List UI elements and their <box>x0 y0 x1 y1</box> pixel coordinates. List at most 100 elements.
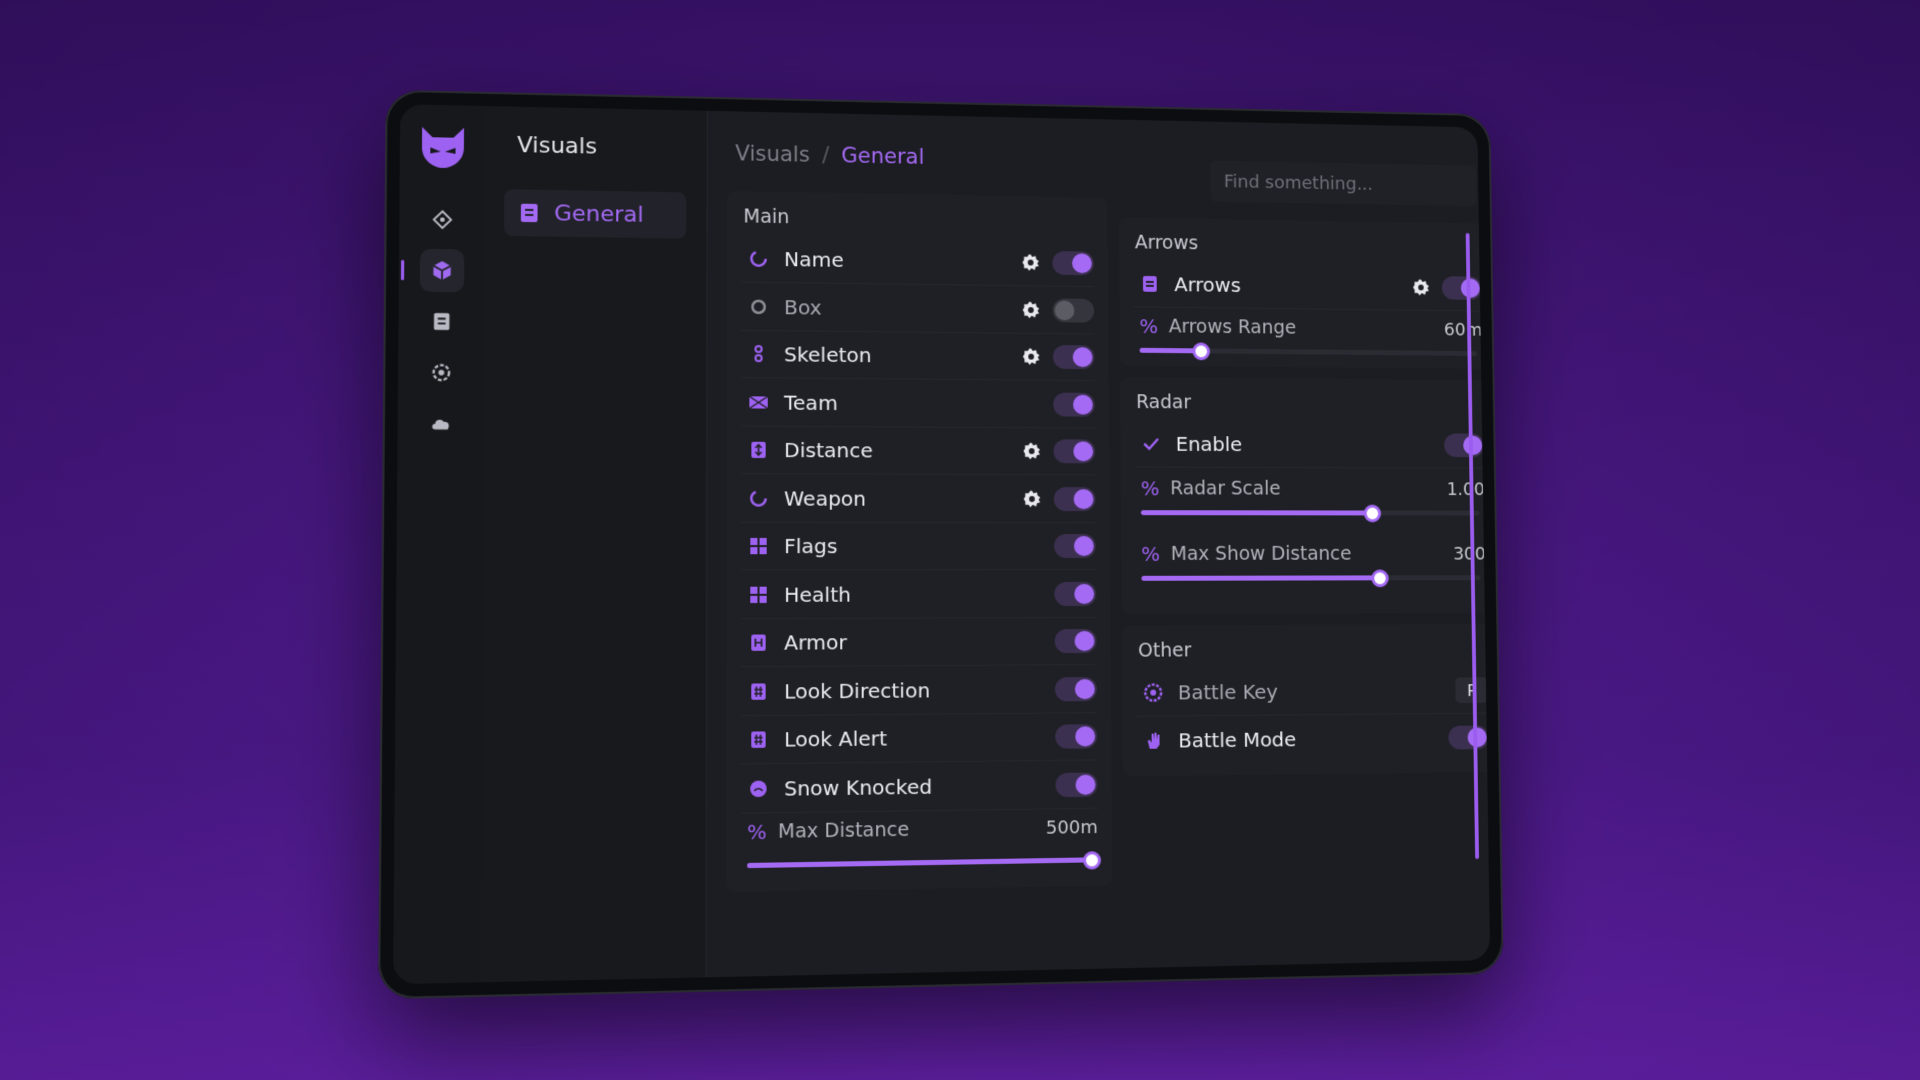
list-icon <box>1139 273 1161 295</box>
slider-label: Arrows Range <box>1168 315 1297 339</box>
health-icon <box>747 583 770 605</box>
row-label: Weapon <box>784 485 867 511</box>
row-label: Armor <box>784 630 847 655</box>
gear-icon[interactable] <box>1022 489 1042 509</box>
toggle-row[interactable]: Look Alert <box>740 713 1098 765</box>
spinner-icon <box>747 248 769 270</box>
slider-fill <box>747 857 1093 869</box>
gear-icon[interactable] <box>1022 441 1042 461</box>
grid-icon <box>747 680 770 703</box>
radar-enable-row[interactable]: Enable <box>1134 420 1485 469</box>
icon-rail <box>393 104 488 985</box>
arrows-toggle[interactable] <box>1441 276 1482 300</box>
main-panel: Main Name Box Skeleton Team Distance Weapon Fl… <box>726 191 1113 893</box>
breadcrumb-separator: / <box>822 143 830 168</box>
toggle-row[interactable]: Health <box>741 570 1097 619</box>
gear-icon[interactable] <box>1021 300 1041 320</box>
max-distance-slider[interactable]: % Max Distance 500m <box>741 809 1102 886</box>
radar-enable-toggle[interactable] <box>1444 433 1485 458</box>
row-label: Look Direction <box>784 677 931 704</box>
battle-mode-toggle[interactable] <box>1448 725 1489 750</box>
feature-toggle[interactable] <box>1053 392 1095 417</box>
slider-value: 300 <box>1452 543 1486 564</box>
gear-icon[interactable] <box>1411 278 1430 298</box>
toggle-row[interactable]: Armor <box>741 617 1097 668</box>
panel-title: Main <box>743 205 790 229</box>
active-indicator <box>400 259 405 281</box>
arrows-range-slider[interactable]: % Arrows Range 60m <box>1133 308 1483 380</box>
battle-mode-row[interactable]: Battle Mode <box>1137 715 1489 764</box>
slider-track[interactable] <box>1140 504 1480 523</box>
feature-toggle[interactable] <box>1052 344 1095 370</box>
percent-icon: % <box>747 819 767 845</box>
feature-toggle[interactable] <box>1054 534 1096 558</box>
row-label: Skeleton <box>784 342 872 368</box>
cube-icon[interactable] <box>419 248 465 293</box>
row-label: Arrows <box>1174 272 1241 297</box>
radar-scale-slider[interactable]: % Radar Scale 1.00 <box>1135 470 1486 540</box>
breadcrumb-current: General <box>841 143 925 169</box>
toggle-row[interactable]: Box <box>741 283 1095 335</box>
max-show-distance-slider[interactable]: % Max Show Distance 300 <box>1135 536 1486 606</box>
toggle-row[interactable]: Flags <box>741 522 1096 571</box>
panel-title: Radar <box>1136 391 1192 414</box>
feature-toggle[interactable] <box>1052 251 1094 276</box>
cloud-icon[interactable] <box>419 402 464 445</box>
slider-label: Max Show Distance <box>1170 542 1352 565</box>
search-input[interactable]: Find something... <box>1210 160 1477 207</box>
feature-toggle[interactable] <box>1055 724 1098 749</box>
skeleton-icon <box>747 343 769 365</box>
slider-knob[interactable] <box>1192 342 1211 361</box>
feature-toggle[interactable] <box>1052 297 1095 323</box>
row-label: Team <box>784 390 838 415</box>
list-icon[interactable] <box>419 300 463 343</box>
toggle-row[interactable]: Snow Knocked <box>740 760 1098 814</box>
slider-track[interactable] <box>1141 569 1481 588</box>
settings-icon[interactable] <box>419 351 464 394</box>
slider-fill <box>1140 510 1373 516</box>
percent-icon: % <box>1141 541 1161 566</box>
row-label: Enable <box>1175 432 1243 457</box>
gear-icon[interactable] <box>1021 347 1041 367</box>
slider-knob[interactable] <box>1363 504 1382 523</box>
toggle-row[interactable]: Name <box>741 235 1094 288</box>
armor-icon <box>747 631 770 654</box>
gear-icon[interactable] <box>1021 253 1041 273</box>
toggle-row[interactable]: Skeleton <box>741 330 1095 382</box>
hand-icon <box>1143 730 1165 752</box>
grid-icon <box>747 728 770 751</box>
row-label: Health <box>784 581 852 607</box>
toggle-row[interactable]: Distance <box>741 426 1096 476</box>
row-label: Box <box>784 294 822 320</box>
toggle-row[interactable]: Team <box>741 378 1095 429</box>
feature-toggle[interactable] <box>1054 628 1097 654</box>
main-content: Visuals / General Find something... Main N… <box>706 111 1491 978</box>
arrows-toggle-row[interactable]: Arrows <box>1133 261 1483 312</box>
circle-icon <box>747 295 769 317</box>
radar-panel: Radar Enable % Radar Scale 1.00 % Max Sh… <box>1120 377 1491 614</box>
feature-toggle[interactable] <box>1054 676 1097 701</box>
panel-title: Other <box>1137 639 1192 662</box>
feature-toggle[interactable] <box>1053 486 1096 511</box>
other-panel: Other Battle Key P Battle Mode <box>1122 624 1491 777</box>
feature-toggle[interactable] <box>1055 771 1098 797</box>
sidebar-item-general[interactable]: General <box>504 189 687 239</box>
breadcrumb-root[interactable]: Visuals <box>735 141 810 166</box>
breadcrumb: Visuals / General <box>735 141 924 169</box>
slider-knob[interactable] <box>1082 851 1102 870</box>
slider-track[interactable] <box>1139 342 1478 361</box>
feature-toggle[interactable] <box>1053 439 1096 464</box>
battle-key-row[interactable]: Battle Key P <box>1136 667 1489 717</box>
feature-toggle[interactable] <box>1054 581 1097 606</box>
toggle-row[interactable]: Look Direction <box>740 665 1097 716</box>
slider-track[interactable] <box>747 851 1102 870</box>
percent-icon: % <box>1139 314 1159 339</box>
crosshair-icon[interactable] <box>420 198 464 241</box>
toggle-row[interactable]: Weapon <box>741 474 1096 523</box>
category-sidebar: Visuals General <box>480 106 708 983</box>
slider-knob[interactable] <box>1371 569 1389 588</box>
arrows-panel: Arrows Arrows % Arrows Range 60m <box>1118 217 1491 369</box>
sidebar-item-label: General <box>554 200 644 228</box>
panel-title: Arrows <box>1134 231 1199 255</box>
slider-label: Radar Scale <box>1170 477 1281 500</box>
